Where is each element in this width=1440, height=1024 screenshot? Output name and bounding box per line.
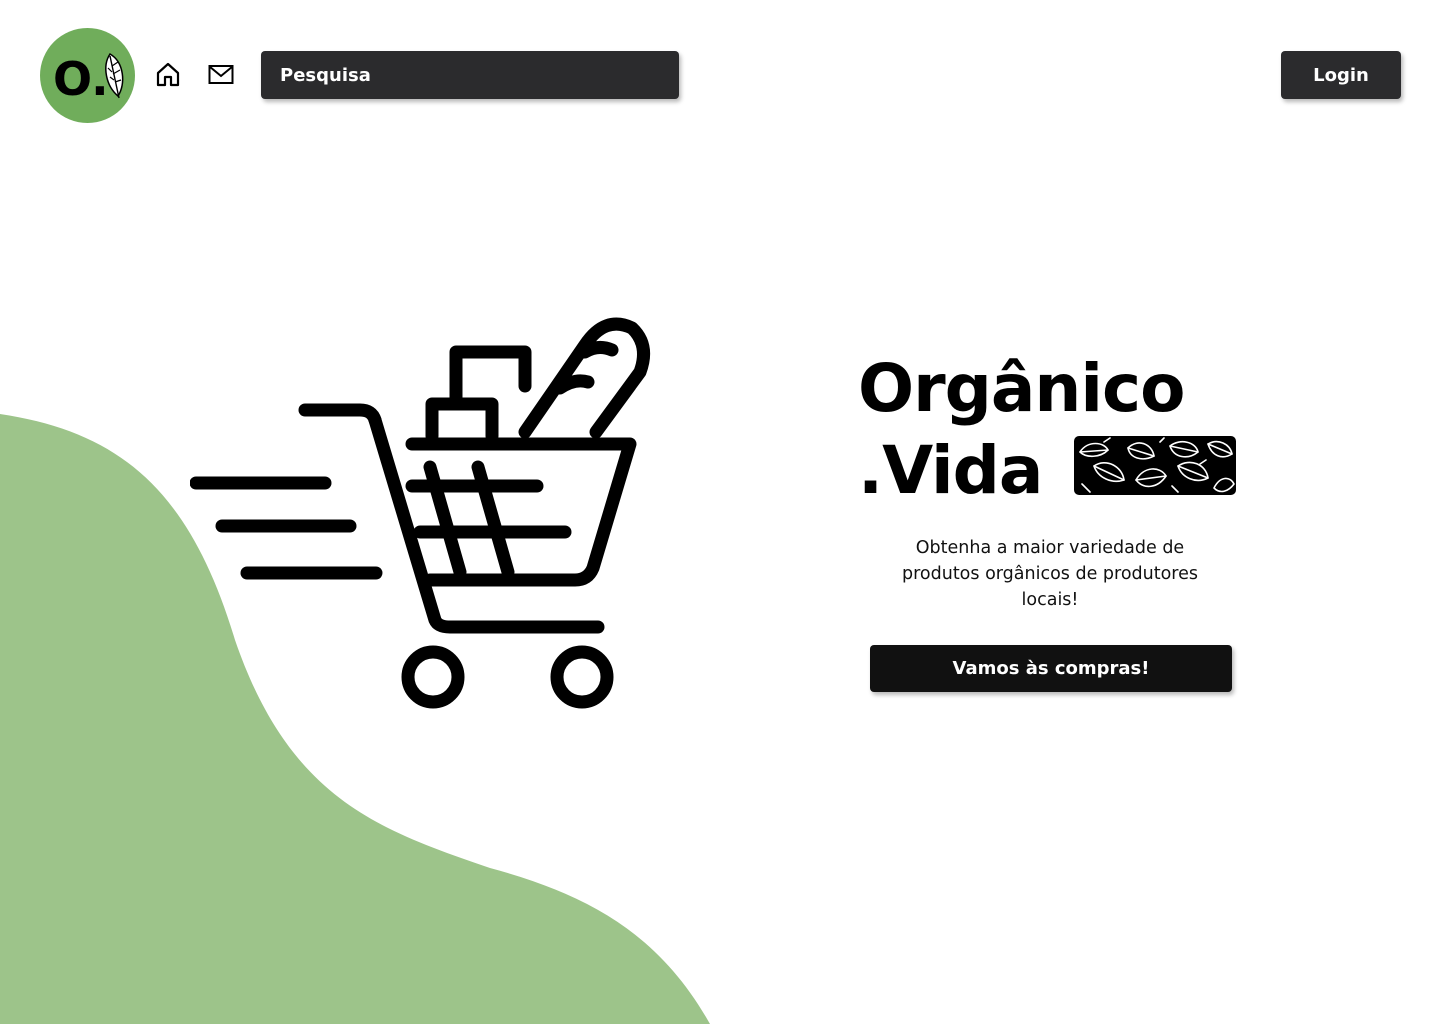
logo-text: O. <box>53 52 109 106</box>
login-button[interactable]: Login <box>1281 51 1401 99</box>
home-icon[interactable] <box>154 60 182 88</box>
leaf-pattern-icon <box>1074 436 1236 495</box>
search-bar[interactable] <box>261 51 679 99</box>
logo[interactable]: O. <box>40 28 135 123</box>
shopping-cart-icon <box>190 317 651 709</box>
hero-subtitle: Obtenha a maior variedade de produtos or… <box>902 538 1198 610</box>
search-input[interactable] <box>261 51 679 99</box>
hero-title-line1: Orgânico <box>858 350 1186 427</box>
mail-icon[interactable] <box>207 60 235 88</box>
shop-now-button[interactable]: Vamos às compras! <box>870 645 1232 692</box>
